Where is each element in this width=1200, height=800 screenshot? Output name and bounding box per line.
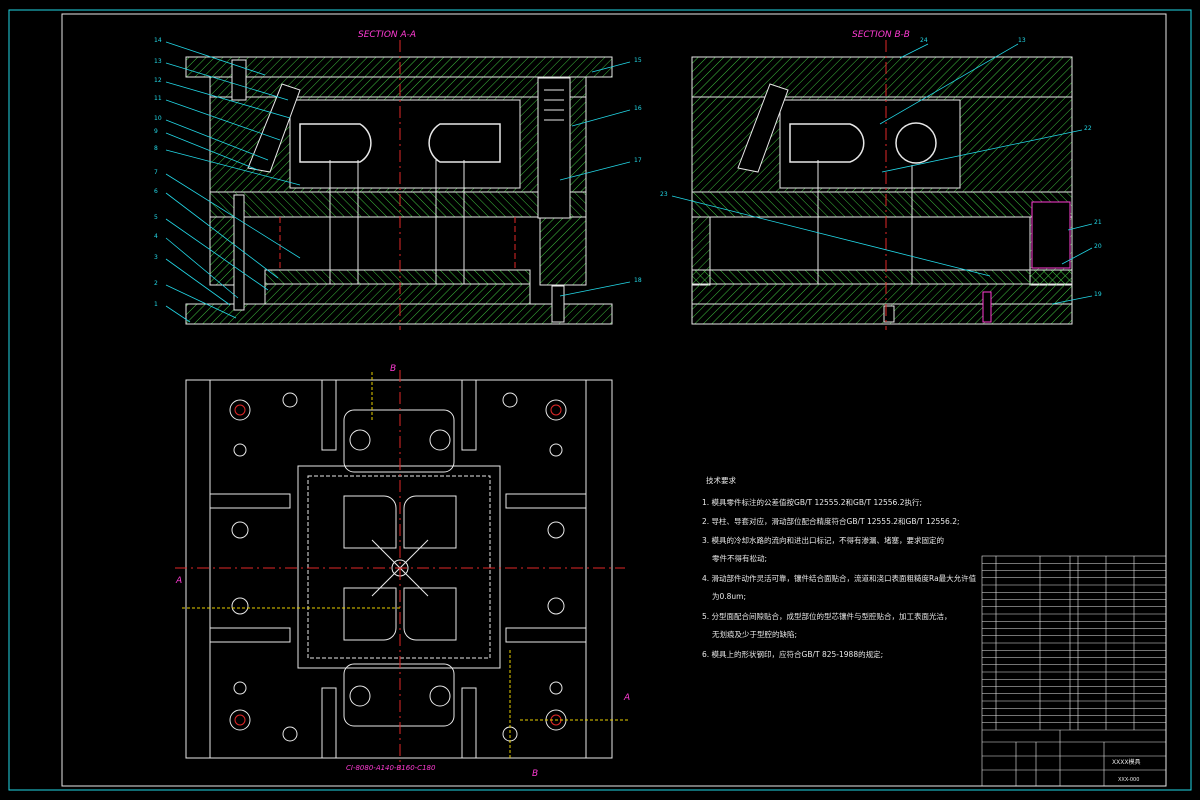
callout-7: 7 xyxy=(154,169,158,176)
section-a-title: SECTION A-A xyxy=(358,30,416,40)
tech-item-6: 6. 模具上的形状钢印，应符合GB/T 825-1988的规定; xyxy=(702,649,883,659)
section-b-title: SECTION B-B xyxy=(852,30,910,40)
callout-24: 24 xyxy=(920,37,928,44)
callout-16: 16 xyxy=(634,105,642,112)
section-b-view: SECTION B-B 24 13 22 23 21 20 19 xyxy=(660,30,1102,330)
callout-4: 4 xyxy=(154,233,158,240)
callout-13: 13 xyxy=(154,58,162,65)
tech-item-4b: 为0.8um; xyxy=(712,591,746,601)
tech-item-3b: 零件不得有松动; xyxy=(712,553,767,563)
tech-item-3: 3. 模具的冷却水路的流向和进出口标记，不得有渗漏、堵塞，要求固定的 xyxy=(702,535,944,545)
callout-23: 23 xyxy=(660,191,668,198)
callout-14: 14 xyxy=(154,37,162,44)
callout-6: 6 xyxy=(154,188,158,195)
callout-10: 10 xyxy=(154,115,162,122)
section-a-view: SECTION A-A 14 13 12 11 10 9 8 7 6 5 4 3… xyxy=(154,30,642,330)
callout-2: 2 xyxy=(154,280,158,287)
cad-drawing-canvas: SECTION A-A 14 13 12 11 10 9 8 7 6 5 4 3… xyxy=(8,9,1192,791)
section-mark-a-left: A xyxy=(175,576,182,586)
tech-item-4: 4. 滑动部件动作灵活可靠，镶件结合面贴合，流道和浇口表面粗糙度Ra最大允许值 xyxy=(702,573,977,583)
callout-3: 3 xyxy=(154,254,158,261)
section-mark-b-bottom: B xyxy=(532,769,538,779)
callout-21: 21 xyxy=(1094,219,1102,226)
section-mark-b-top: B xyxy=(390,364,396,374)
tech-item-5b: 无划痕及少于型腔的缺陷; xyxy=(712,629,797,639)
tech-item-5: 5. 分型面配合间隙贴合，成型部位的型芯镶件与型腔贴合，加工表面光洁， xyxy=(702,611,952,621)
callout-15: 15 xyxy=(634,57,642,64)
tech-item-1: 1. 模具零件标注的公差值按GB/T 12555.2和GB/T 12556.2执… xyxy=(702,497,922,507)
drawing-name: XXXX模具 xyxy=(1112,758,1140,766)
callout-1: 1 xyxy=(154,301,158,308)
callout-12: 12 xyxy=(154,77,162,84)
title-block xyxy=(981,555,1167,787)
section-mark-a-right: A xyxy=(623,693,630,703)
tech-item-2: 2. 导柱、导套对应，滑动部位配合精度符合GB/T 12555.2和GB/T 1… xyxy=(702,516,960,526)
drawing-number: XXX-000 xyxy=(1118,777,1139,783)
callout-22: 22 xyxy=(1084,125,1092,132)
plan-view: A A B B CI-8080-A140-B160-C180 xyxy=(175,364,630,779)
callout-9: 9 xyxy=(154,128,158,135)
callout-8: 8 xyxy=(154,145,158,152)
tech-heading: 技术要求 xyxy=(706,475,736,485)
callout-17: 17 xyxy=(634,157,642,164)
callout-b13: 13 xyxy=(1018,37,1026,44)
technical-requirements: 技术要求 1. 模具零件标注的公差值按GB/T 12555.2和GB/T 125… xyxy=(702,475,977,659)
callout-19: 19 xyxy=(1094,291,1102,298)
callout-5: 5 xyxy=(154,214,158,221)
callout-20: 20 xyxy=(1094,243,1102,250)
callout-18: 18 xyxy=(634,277,642,284)
callout-11: 11 xyxy=(154,95,162,102)
mold-base-code: CI-8080-A140-B160-C180 xyxy=(346,764,436,772)
